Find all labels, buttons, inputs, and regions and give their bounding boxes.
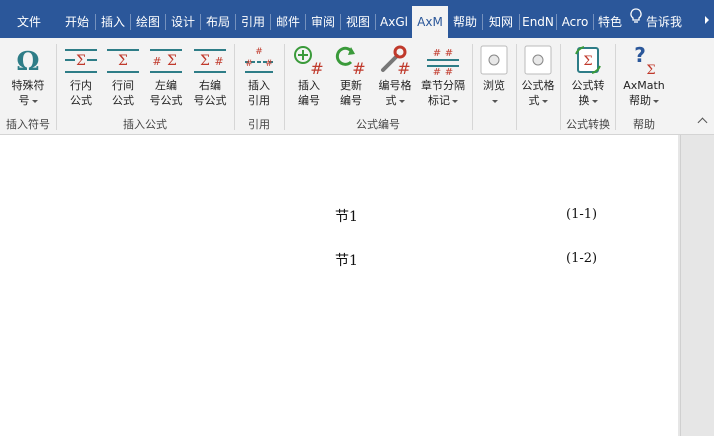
tab-view[interactable]: 视图: [342, 0, 374, 38]
svg-text:#: #: [352, 59, 365, 76]
formula-convert-icon: Σ: [565, 44, 611, 76]
svg-text:#: #: [433, 48, 441, 59]
tab-acrobat[interactable]: Acro: [558, 0, 592, 38]
paragraph-text: 节1: [335, 253, 358, 269]
vertical-scrollbar[interactable]: [680, 135, 714, 436]
group-browse: 浏览: [473, 38, 515, 134]
tab-features[interactable]: 特色: [595, 0, 625, 38]
svg-text:?: ?: [634, 44, 646, 67]
inline-formula-button[interactable]: Σ 行内 公式: [61, 44, 101, 108]
tab-review[interactable]: 审阅: [307, 0, 339, 38]
formula-format-button[interactable]: 公式格 式: [519, 44, 557, 108]
help-icon: ? Σ: [618, 43, 670, 78]
svg-text:#: #: [152, 55, 161, 68]
tab-scroll-right-icon[interactable]: [705, 16, 709, 24]
display-formula-icon: Σ: [103, 44, 143, 76]
svg-text:#: #: [265, 59, 273, 69]
svg-text:Σ: Σ: [118, 53, 128, 69]
group-help: ? Σ AxMath 帮助 帮助: [616, 38, 672, 134]
insert-number-button[interactable]: # 插入 编号: [289, 44, 329, 108]
tab-insert[interactable]: 插入: [97, 0, 129, 38]
svg-text:Σ: Σ: [646, 63, 655, 76]
tab-help[interactable]: 帮助: [449, 0, 481, 38]
formula-convert-button[interactable]: Σ 公式转 换: [565, 44, 611, 108]
right-numbered-formula-icon: Σ #: [189, 44, 231, 76]
equation-number: (1-2): [566, 251, 598, 266]
left-numbered-formula-button[interactable]: # Σ 左编 号公式: [145, 44, 187, 108]
browse-button[interactable]: 浏览: [477, 44, 511, 108]
insert-reference-button[interactable]: # # # 插入 引用: [239, 44, 279, 108]
ribbon-panel: Ω 特殊符 号 插入符号 Σ 行内 公式 Σ 行间 公式 # Σ 左编 号公式 …: [0, 38, 714, 135]
tab-axmath[interactable]: AxM: [412, 6, 448, 38]
svg-text:#: #: [214, 55, 223, 68]
svg-text:Ω: Ω: [16, 47, 39, 76]
document-area: 节1 (1-1) 节1 (1-2): [0, 135, 680, 436]
svg-text:#: #: [310, 59, 323, 76]
svg-text:Σ: Σ: [583, 54, 592, 69]
svg-text:Σ: Σ: [167, 53, 177, 69]
tab-file[interactable]: 文件: [6, 0, 52, 38]
wrench-number-icon: #: [373, 44, 417, 78]
svg-text:#: #: [445, 67, 453, 76]
tab-layout[interactable]: 布局: [202, 0, 234, 38]
tab-references[interactable]: 引用: [237, 0, 269, 38]
omega-icon: Ω: [4, 44, 52, 77]
tell-me-label: 告诉我: [646, 15, 683, 29]
group-formula-convert: Σ 公式转 换 公式转换: [561, 38, 615, 134]
tab-home[interactable]: 开始: [60, 0, 94, 38]
tab-draw[interactable]: 绘图: [132, 0, 164, 38]
lightbulb-icon: [630, 0, 642, 42]
refresh-number-icon: #: [331, 44, 371, 78]
group-reference: # # # 插入 引用 引用: [235, 38, 283, 134]
svg-text:#: #: [397, 59, 410, 76]
right-numbered-formula-button[interactable]: Σ # 右编 号公式: [189, 44, 231, 108]
insert-number-icon: #: [289, 44, 329, 78]
equation-number: (1-1): [566, 207, 598, 222]
browse-icon: [477, 44, 511, 76]
formula-format-icon: [519, 44, 557, 76]
svg-text:#: #: [445, 48, 453, 59]
svg-text:#: #: [433, 67, 441, 76]
group-formula-format: 公式格 式: [517, 38, 559, 134]
svg-text:Σ: Σ: [200, 53, 210, 69]
inline-formula-icon: Σ: [61, 44, 101, 76]
svg-text:Σ: Σ: [76, 53, 86, 69]
tab-design[interactable]: 设计: [167, 0, 199, 38]
tab-axglyph[interactable]: AxGl: [377, 0, 411, 38]
collapse-ribbon-icon[interactable]: [697, 117, 708, 128]
insert-reference-icon: # # #: [239, 44, 279, 76]
tab-endnote[interactable]: EndN: [521, 0, 555, 38]
chapter-separator-button[interactable]: # # # # 章节分隔 标记: [417, 44, 469, 108]
tell-me-box[interactable]: 告诉我: [630, 0, 682, 38]
display-formula-button[interactable]: Σ 行间 公式: [103, 44, 143, 108]
svg-text:#: #: [255, 47, 263, 57]
tab-mailings[interactable]: 邮件: [272, 0, 304, 38]
group-formula-numbering: # 插入 编号 # 更新 编号 # 编号格 式 # # # # 章节分隔 标记 公式编: [285, 38, 471, 134]
ribbon-tab-bar: 文件 开始 插入 绘图 设计 布局 引用 邮件 审阅 视图 AxGl AxM 帮…: [0, 0, 714, 38]
axmath-help-button[interactable]: ? Σ AxMath 帮助: [618, 43, 670, 108]
tab-cnki[interactable]: 知网: [484, 0, 518, 38]
svg-text:#: #: [245, 59, 253, 69]
document-page[interactable]: 节1 (1-1) 节1 (1-2): [0, 135, 678, 436]
number-format-button[interactable]: # 编号格 式: [373, 44, 417, 108]
group-insert-symbol: Ω 特殊符 号 插入符号: [0, 38, 56, 134]
chapter-separator-icon: # # # #: [417, 44, 469, 78]
group-insert-formula: Σ 行内 公式 Σ 行间 公式 # Σ 左编 号公式 Σ # 右编 号公式 插入公式: [57, 38, 233, 134]
special-char-button[interactable]: Ω 特殊符 号: [4, 44, 52, 108]
paragraph-text: 节1: [335, 209, 358, 225]
left-numbered-formula-icon: # Σ: [145, 44, 187, 76]
update-number-button[interactable]: # 更新 编号: [331, 44, 371, 108]
